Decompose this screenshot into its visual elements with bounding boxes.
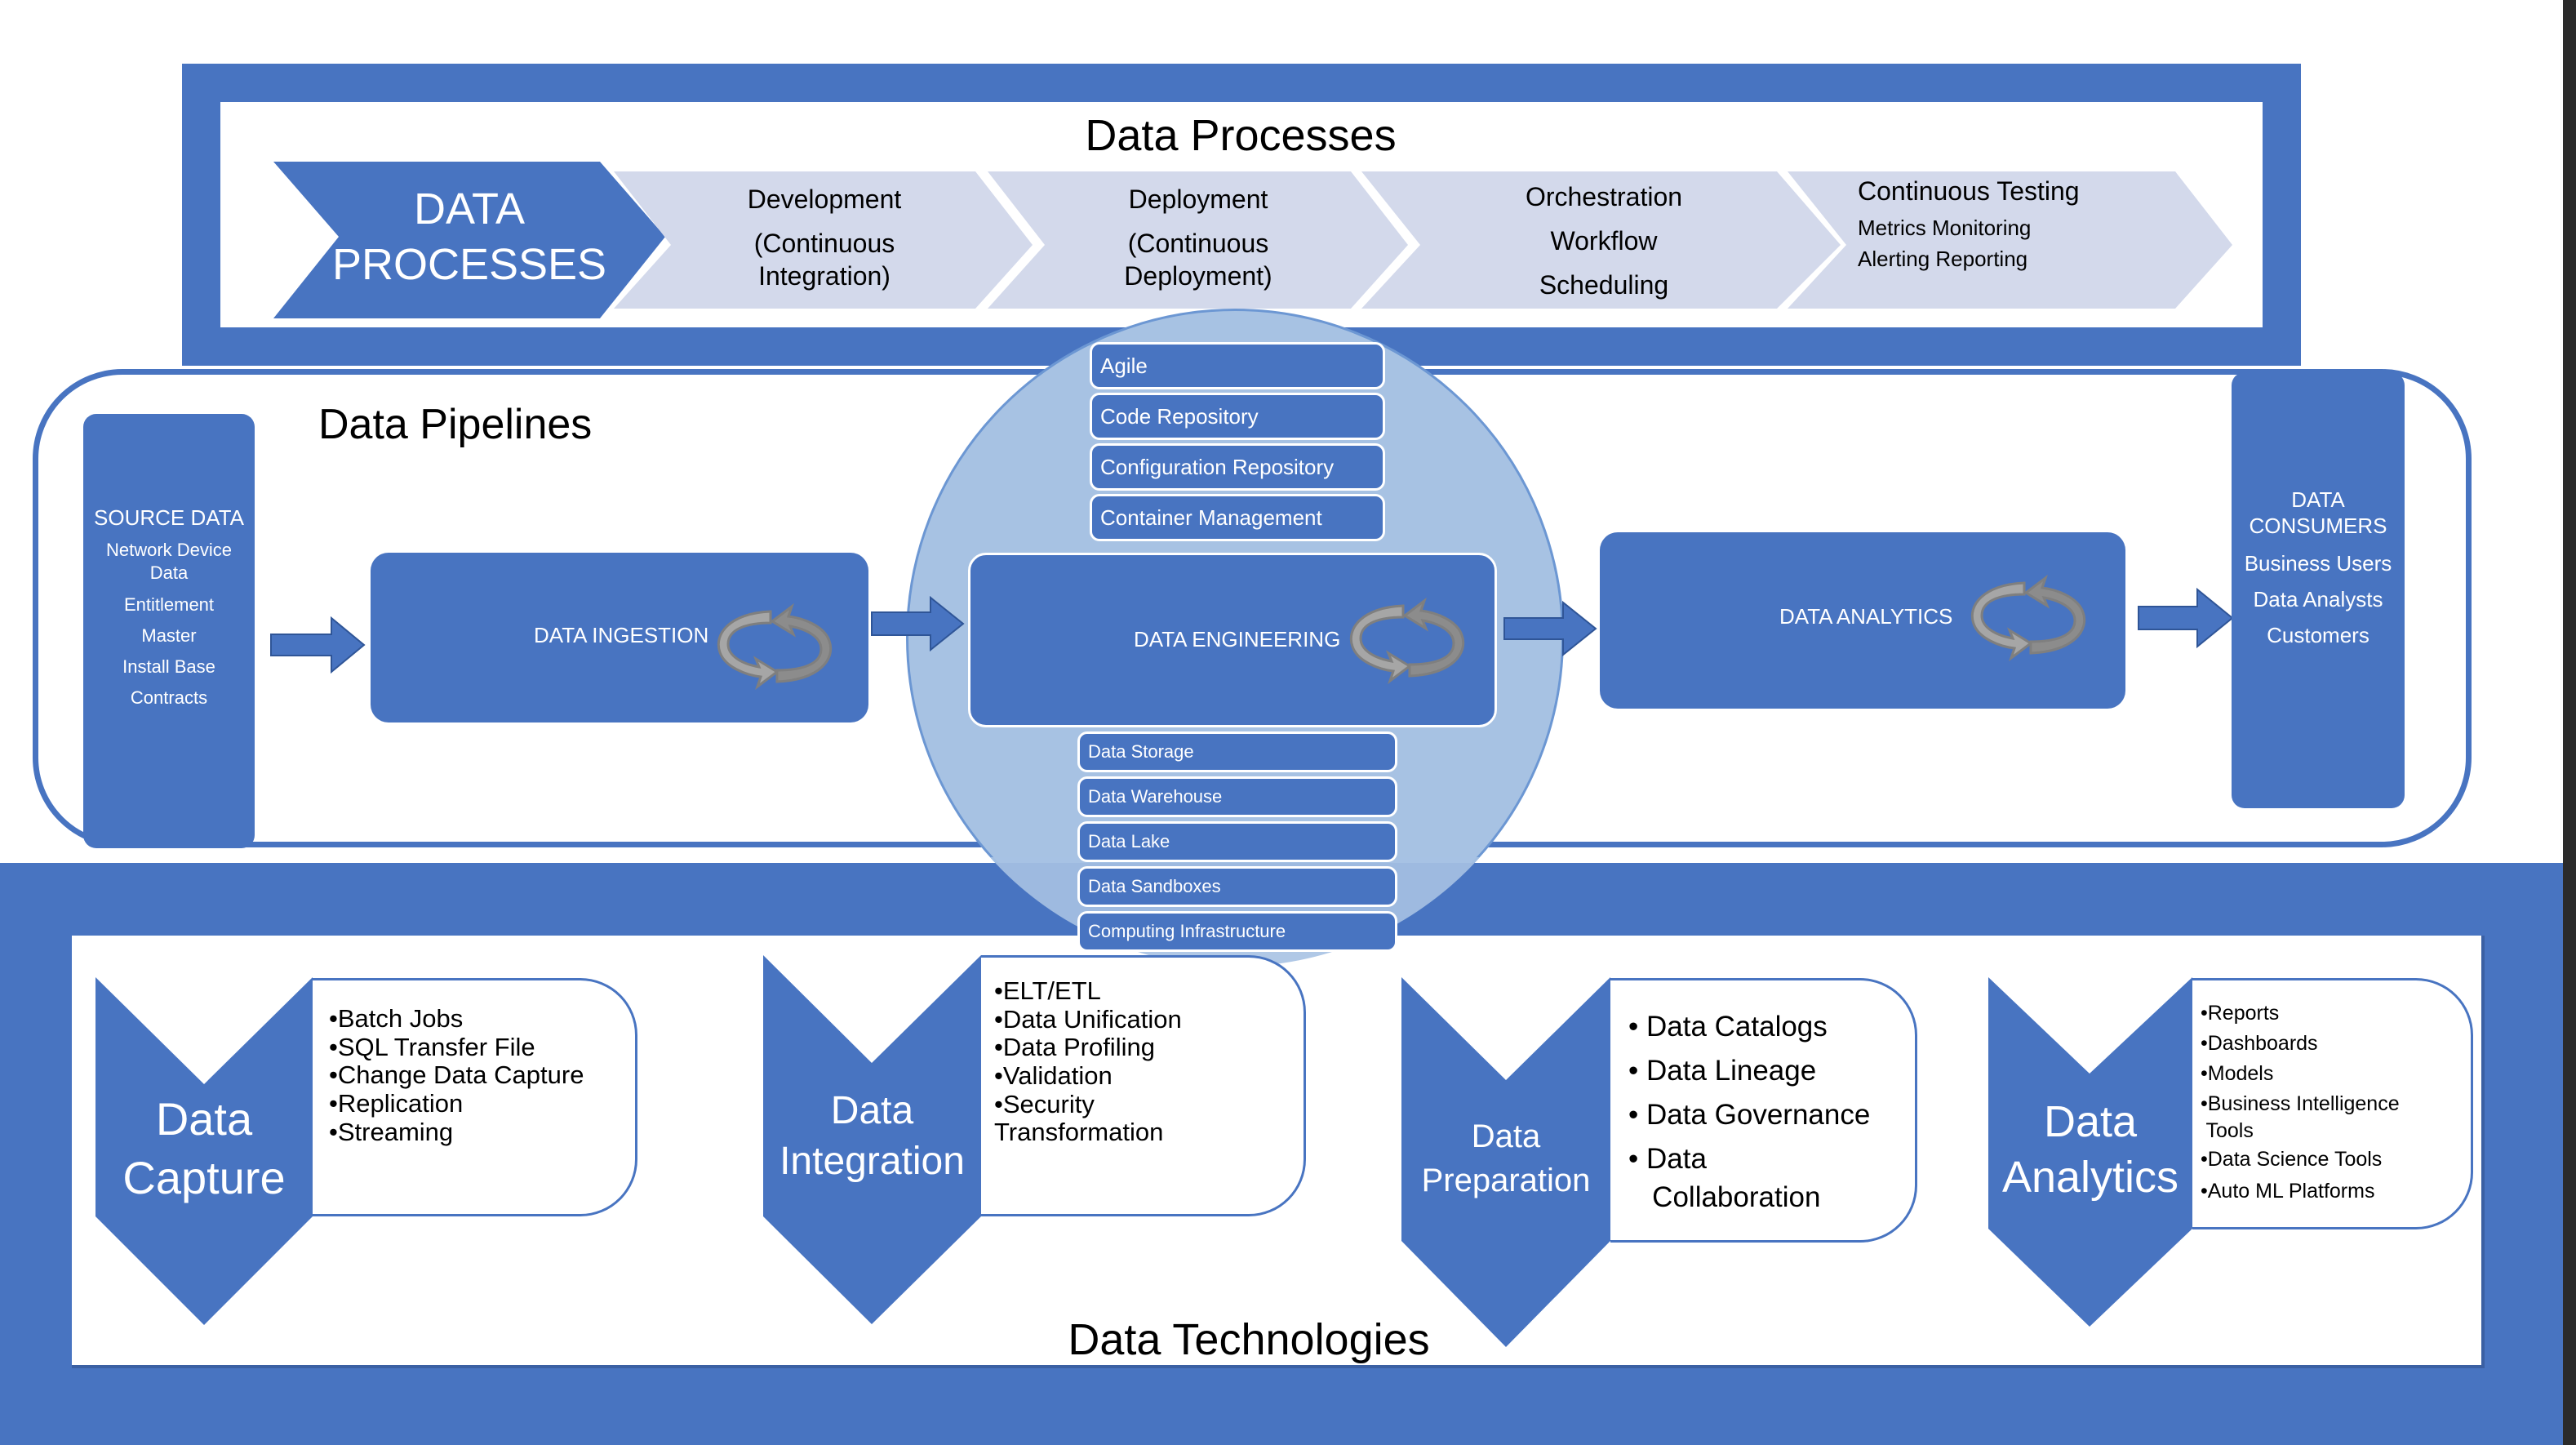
tech-item: • Data Catalogs: [1628, 1011, 1828, 1043]
tech-item: • Data Governance: [1628, 1099, 1871, 1131]
tech-list-capture: •Batch Jobs •SQL Transfer File •Change D…: [329, 1004, 635, 1147]
tech-item: Collaboration: [1628, 1181, 1821, 1213]
tech-title-line: Data: [2043, 1097, 2138, 1146]
tech-item: •Batch Jobs: [329, 1004, 464, 1033]
tech-item: •Data Unification: [994, 1004, 1182, 1034]
tech-title-capture: Data Capture: [95, 1090, 313, 1207]
tech-list-integration: •ELT/ETL •Data Unification •Data Profili…: [994, 976, 1304, 1146]
tech-item: •Data Profiling: [994, 1033, 1155, 1062]
tech-card-integration: •ELT/ETL •Data Unification •Data Profili…: [981, 955, 1306, 1216]
tech-card-analytics: •Reports •Dashboards •Models •Business I…: [2192, 978, 2473, 1229]
tech-item: •Validation: [994, 1061, 1113, 1091]
tech-item: •Reports: [2201, 1002, 2280, 1025]
tech-card-preparation: • Data Catalogs • Data Lineage • Data Go…: [1610, 978, 1917, 1243]
tech-title-analytics: Data Analytics: [1988, 1094, 2192, 1205]
tech-title-integration: Data Integration: [763, 1086, 981, 1187]
tech-title-line: Capture: [122, 1152, 286, 1203]
tech-item: •Dashboards: [2201, 1032, 2318, 1055]
tech-item: •Models: [2201, 1062, 2274, 1085]
tech-item: •Streaming: [329, 1117, 454, 1146]
tech-list-analytics: •Reports •Dashboards •Models •Business I…: [2201, 998, 2471, 1207]
tech-item: • Data Lineage: [1628, 1055, 1817, 1087]
tech-title-line: Preparation: [1421, 1163, 1591, 1198]
tech-item: •Data Science Tools: [2201, 1148, 2383, 1171]
tech-item: Tools: [2201, 1119, 2254, 1142]
tech-item: •Security: [994, 1089, 1095, 1118]
tech-title-line: Data: [155, 1093, 253, 1145]
tech-item: •Replication: [329, 1089, 464, 1118]
tech-item: •Change Data Capture: [329, 1060, 584, 1090]
tech-title-line: Data: [1471, 1118, 1541, 1154]
tech-list-preparation: • Data Catalogs • Data Lineage • Data Go…: [1628, 1005, 1915, 1214]
tech-item: •ELT/ETL: [994, 976, 1101, 1005]
tech-card-capture: •Batch Jobs •SQL Transfer File •Change D…: [313, 978, 637, 1216]
data-technologies-title: Data Technologies: [1068, 1315, 1430, 1364]
tech-item: • Data: [1628, 1143, 1707, 1175]
tech-title-line: Integration: [779, 1140, 965, 1183]
tech-item: Transformation: [994, 1117, 1164, 1146]
tech-title-preparation: Data Preparation: [1401, 1114, 1610, 1203]
tech-item: •Business Intelligence: [2201, 1092, 2400, 1115]
technology-chevrons: [95, 955, 2192, 1347]
tech-item: •Auto ML Platforms: [2201, 1180, 2375, 1203]
tech-title-line: Data: [830, 1089, 914, 1132]
tech-item: •SQL Transfer File: [329, 1032, 535, 1061]
tech-title-line: Analytics: [2001, 1153, 2179, 1202]
